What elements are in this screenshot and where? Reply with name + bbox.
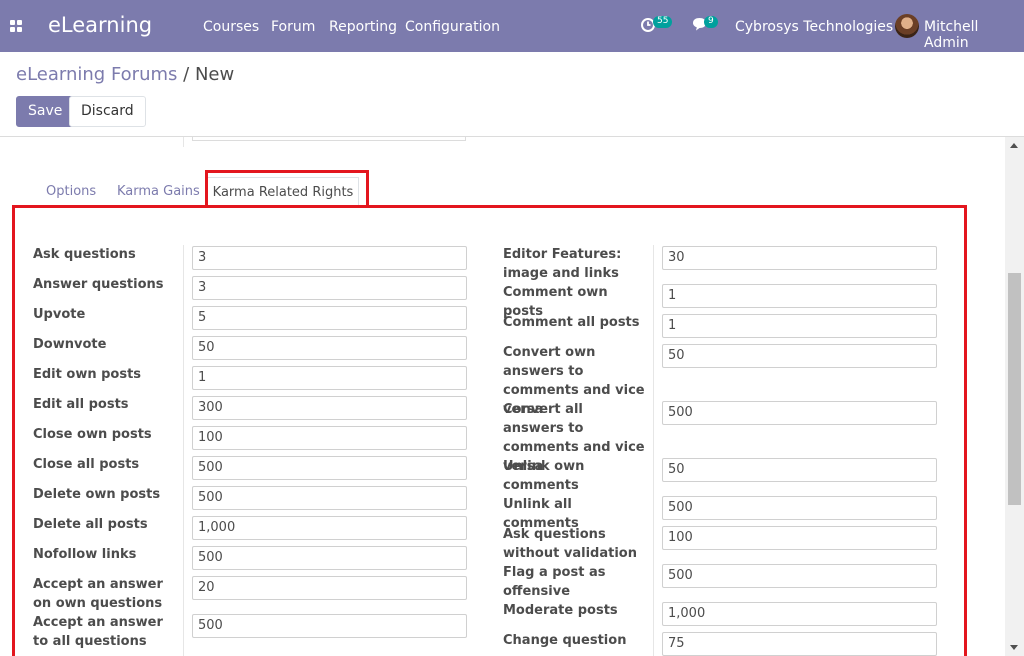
input-nofollow-links[interactable]: 500: [192, 546, 467, 570]
label-edit-own-posts: Edit own posts: [33, 367, 142, 382]
menu-reporting[interactable]: Reporting: [329, 19, 397, 35]
label-moderate-posts: Moderate posts: [503, 603, 618, 618]
breadcrumb-current: New: [194, 64, 235, 85]
label-delete-own-posts: Delete own posts: [33, 487, 161, 502]
input-accept-an-answer-on-own-questions[interactable]: 20: [192, 576, 467, 600]
discard-button[interactable]: Discard: [69, 96, 146, 127]
input-convert-own-answers-to-comments-and-vice-versa[interactable]: 50: [662, 344, 937, 368]
tab-options[interactable]: Options: [46, 184, 96, 199]
input-comment-all-posts[interactable]: 1: [662, 314, 937, 338]
label-flag-a-post-as-offensive: Flag a post as offensive: [503, 565, 606, 599]
company-switcher[interactable]: Cybrosys Technologies: [735, 19, 893, 35]
message-count-badge: 9: [704, 16, 718, 28]
scrollbar-thumb[interactable]: [1008, 273, 1021, 505]
label-answer-questions: Answer questions: [33, 277, 164, 292]
input-comment-own-posts[interactable]: 1: [662, 284, 937, 308]
input-flag-a-post-as-offensive[interactable]: 500: [662, 564, 937, 588]
input-edit-own-posts[interactable]: 1: [192, 366, 467, 390]
label-accept-an-answer-to-all-questions: Accept an answer to all questions: [33, 615, 163, 649]
menu-forum[interactable]: Forum: [271, 19, 315, 35]
label-nofollow-links: Nofollow links: [33, 547, 137, 562]
right-column-separator: [653, 245, 654, 656]
label-editor-features-image-and-links: Editor Features: image and links: [503, 247, 622, 281]
apps-menu-icon[interactable]: [10, 20, 22, 32]
input-answer-questions[interactable]: 3: [192, 276, 467, 300]
input-accept-an-answer-to-all-questions[interactable]: 500: [192, 614, 467, 638]
app-brand[interactable]: eLearning: [48, 13, 152, 37]
label-unlink-own-comments: Unlink own comments: [503, 459, 585, 493]
input-editor-features-image-and-links[interactable]: 30: [662, 246, 937, 270]
label-ask-questions-without-validation: Ask questions without validation: [503, 527, 637, 561]
column-separator: [183, 137, 184, 147]
input-unlink-all-comments[interactable]: 500: [662, 496, 937, 520]
input-close-own-posts[interactable]: 100: [192, 426, 467, 450]
input-edit-all-posts[interactable]: 300: [192, 396, 467, 420]
save-button[interactable]: Save: [16, 96, 75, 127]
input-unlink-own-comments[interactable]: 50: [662, 458, 937, 482]
menu-courses[interactable]: Courses: [203, 19, 259, 35]
label-downvote: Downvote: [33, 337, 107, 352]
user-avatar[interactable]: [895, 14, 919, 38]
top-navbar: eLearning Courses Forum Reporting Config…: [0, 0, 1024, 52]
label-upvote: Upvote: [33, 307, 86, 322]
input-delete-own-posts[interactable]: 500: [192, 486, 467, 510]
label-comment-all-posts: Comment all posts: [503, 315, 640, 330]
label-accept-an-answer-on-own-questions: Accept an answer on own questions: [33, 577, 163, 611]
input-delete-all-posts[interactable]: 1,000: [192, 516, 467, 540]
label-close-all-posts: Close all posts: [33, 457, 140, 472]
input-close-all-posts[interactable]: 500: [192, 456, 467, 480]
label-change-question: Change question: [503, 633, 627, 648]
breadcrumb-separator: /: [183, 64, 190, 85]
form-sheet: Options Karma Gains Karma Related Rights…: [0, 137, 1005, 656]
breadcrumb-parent-link[interactable]: eLearning Forums: [16, 64, 177, 85]
activity-count-badge: 55: [653, 16, 673, 28]
menu-configuration[interactable]: Configuration: [405, 19, 500, 35]
scroll-up-arrow-icon[interactable]: [1010, 143, 1018, 148]
left-column-separator: [183, 245, 184, 656]
highlight-box-tab: [205, 170, 369, 208]
input-moderate-posts[interactable]: 1,000: [662, 602, 937, 626]
user-menu[interactable]: Mitchell Admin: [924, 19, 1024, 51]
label-edit-all-posts: Edit all posts: [33, 397, 129, 412]
scroll-down-arrow-icon[interactable]: [1010, 645, 1018, 650]
input-ask-questions-without-validation[interactable]: 100: [662, 526, 937, 550]
input-ask-questions[interactable]: 3: [192, 246, 467, 270]
label-ask-questions: Ask questions: [33, 247, 136, 262]
tab-karma-gains[interactable]: Karma Gains: [117, 184, 200, 199]
input-downvote[interactable]: 50: [192, 336, 467, 360]
input-upvote[interactable]: 5: [192, 306, 467, 330]
input-convert-all-answers-to-comments-and-vice-versa[interactable]: 500: [662, 401, 937, 425]
vertical-scrollbar[interactable]: [1005, 137, 1024, 656]
label-delete-all-posts: Delete all posts: [33, 517, 148, 532]
input-change-question[interactable]: 75: [662, 632, 937, 656]
breadcrumb: eLearning Forums / New: [16, 64, 234, 85]
label-close-own-posts: Close own posts: [33, 427, 152, 442]
partial-input-field[interactable]: [192, 137, 466, 141]
